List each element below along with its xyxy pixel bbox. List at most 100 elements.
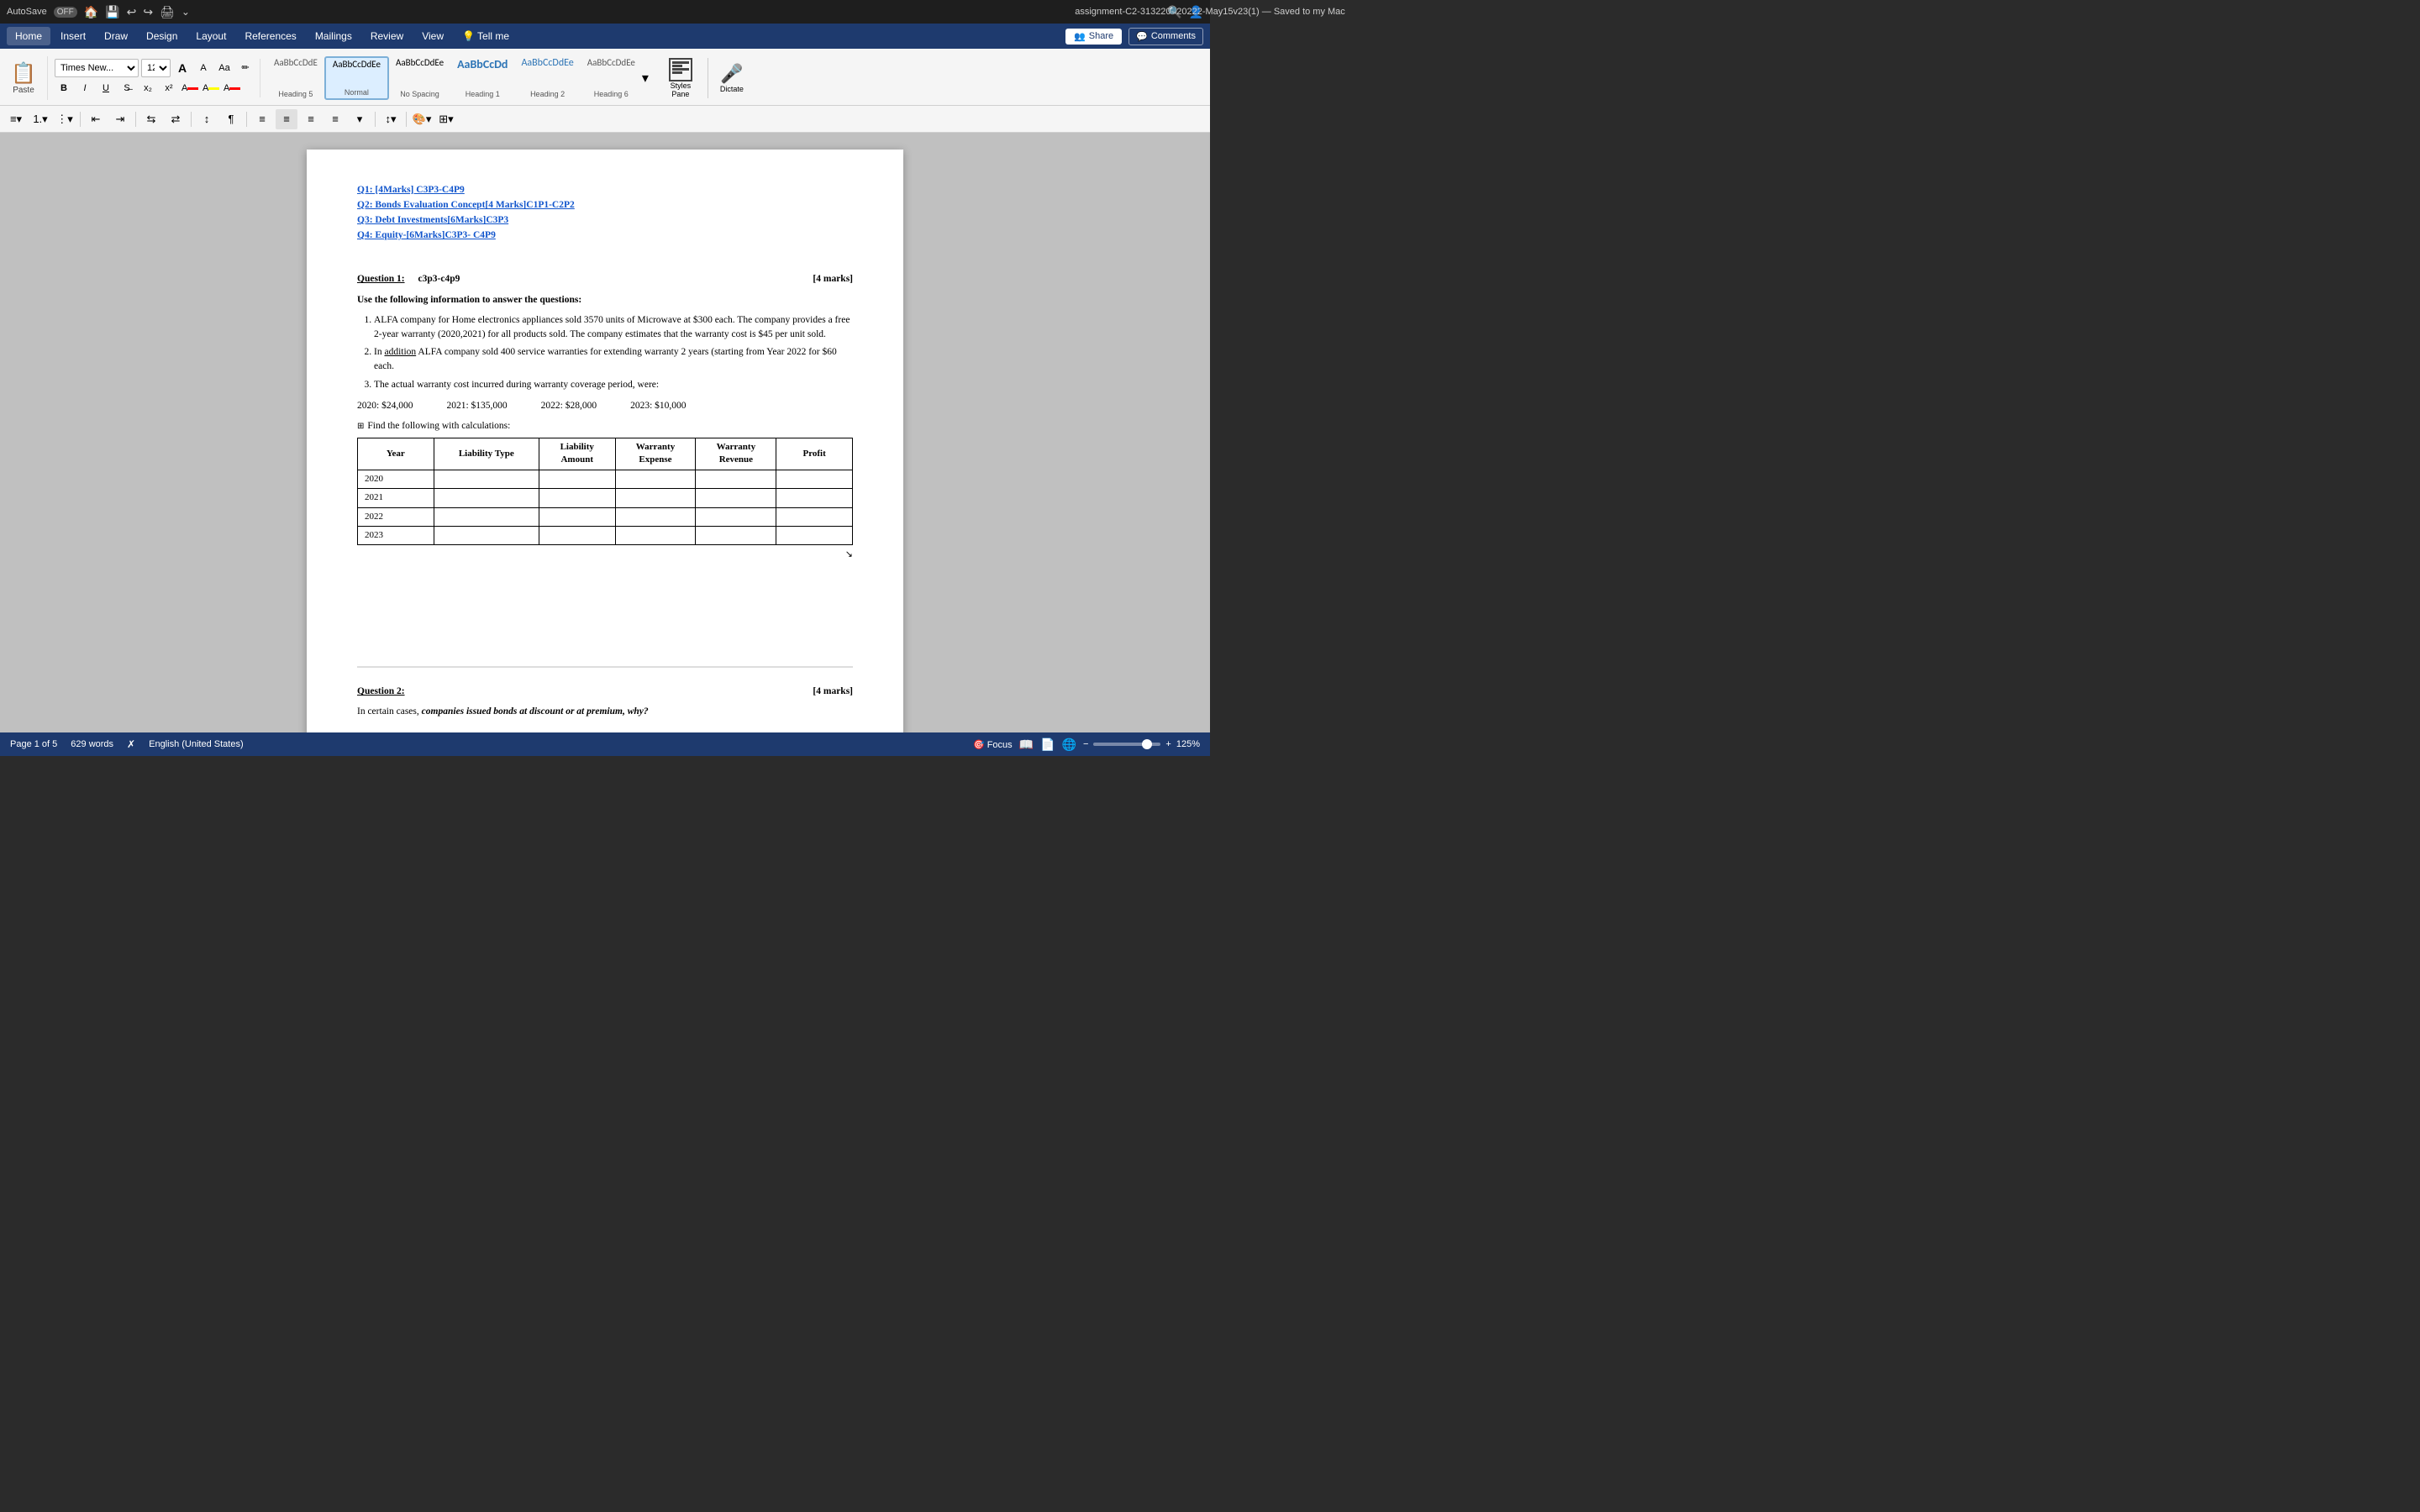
borders-btn[interactable]: ⊞▾ (435, 109, 457, 129)
menu-view[interactable]: View (413, 27, 452, 45)
align-more-btn[interactable]: ▾ (349, 109, 371, 129)
cost-2020: 2020: $24,000 (357, 399, 413, 412)
sort-btn[interactable]: ↕ (196, 109, 218, 129)
increase-indent-btn[interactable]: ⇥ (109, 109, 131, 129)
pilcrow-btn[interactable]: ¶ (220, 109, 242, 129)
q2-link[interactable]: Q2: Bonds Evaluation Concept[4 Marks]C1P… (357, 198, 853, 212)
shading-btn[interactable]: 🎨▾ (411, 109, 433, 129)
superscript-btn[interactable]: x² (160, 79, 178, 97)
underline-button[interactable]: U (97, 79, 115, 97)
menu-insert[interactable]: Insert (52, 27, 94, 45)
table-row-2020: 2020 (358, 470, 853, 488)
comments-button[interactable]: 💬 Comments (1128, 28, 1203, 45)
font-format-btn[interactable]: Aa (215, 59, 234, 77)
style-heading5-label: Heading 5 (278, 90, 313, 98)
dictate-button[interactable]: 🎤 Dictate (715, 56, 749, 100)
styles-group: AaBbCcDdE Heading 5 AaBbCcDdEe Normal Aa… (267, 56, 654, 100)
q4-link[interactable]: Q4: Equity-[6Marks]C3P3- C4P9 (357, 228, 853, 242)
home-icon[interactable]: 🏠 (84, 5, 98, 19)
web-view-icon[interactable]: 🌐 (1062, 738, 1076, 752)
styles-pane-button[interactable]: StylesPane (660, 56, 701, 100)
th-liability-type: Liability Type (434, 438, 539, 470)
zoom-level[interactable]: 125% (1176, 739, 1200, 749)
cell-2020-warranty-rev (696, 470, 776, 488)
cell-2020-liab-amt (539, 470, 615, 488)
style-heading6[interactable]: AaBbCcDdEe Heading 6 (581, 56, 642, 100)
subscript-btn[interactable]: x₂ (139, 79, 157, 97)
rtl-btn[interactable]: ⇄ (165, 109, 187, 129)
menu-mailings[interactable]: Mailings (307, 27, 360, 45)
highlight-btn[interactable]: A (202, 79, 220, 97)
styles-gallery-more[interactable]: ▾ (642, 70, 649, 87)
fmt-div2 (135, 112, 136, 127)
zoom-slider[interactable] (1093, 743, 1160, 746)
menu-tell-me[interactable]: 💡 Tell me (454, 27, 518, 45)
text-color-btn[interactable]: A (223, 79, 241, 97)
menu-review[interactable]: Review (362, 27, 412, 45)
strikethrough-btn[interactable]: S̶ (118, 79, 136, 97)
align-left-btn[interactable]: ≡ (251, 109, 273, 129)
line-spacing-btn[interactable]: ↕▾ (380, 109, 402, 129)
table-expand-icon[interactable]: ⊞ (357, 421, 364, 433)
justify-btn[interactable]: ≡ (324, 109, 346, 129)
style-heading2[interactable]: AaBbCcDdEe Heading 2 (514, 56, 580, 100)
status-bar: Page 1 of 5 629 words ✗ English (United … (0, 732, 1210, 756)
zoom-in-btn[interactable]: + (1165, 739, 1171, 749)
italic-button[interactable]: I (76, 79, 94, 97)
th-profit: Profit (776, 438, 853, 470)
style-heading1[interactable]: AaBbCcDd Heading 1 (450, 56, 514, 100)
status-left: Page 1 of 5 629 words ✗ English (United … (10, 738, 244, 750)
autosave-toggle[interactable]: OFF (54, 7, 77, 18)
shrink-font-btn[interactable]: A (194, 59, 213, 77)
share-button[interactable]: 👥 Share (1065, 29, 1122, 45)
q1-number: Question 1: (357, 272, 405, 286)
language[interactable]: English (United States) (149, 739, 244, 749)
redo-icon[interactable]: ↪ (143, 5, 153, 19)
paste-icon: 📋 (11, 61, 36, 86)
bold-button[interactable]: B (55, 79, 73, 97)
numbered-list-btn[interactable]: 1.▾ (29, 109, 51, 129)
zoom-out-btn[interactable]: − (1083, 739, 1088, 749)
align-center-btn[interactable]: ≡ (276, 109, 297, 129)
menu-home[interactable]: Home (7, 27, 50, 45)
grow-font-btn[interactable]: A (173, 59, 192, 77)
styles-pane-group: StylesPane (660, 56, 701, 100)
list-style-btn[interactable]: ≡▾ (5, 109, 27, 129)
focus-btn[interactable]: 🎯 Focus (973, 739, 1013, 750)
cell-2022-liab-type (434, 507, 539, 526)
proofing-icon[interactable]: ✗ (127, 738, 135, 750)
style-normal[interactable]: AaBbCcDdEe Normal (324, 56, 389, 100)
font-group: Times New... 12 A A Aa ✏ B I U S̶ x₂ x² … (55, 59, 260, 97)
undo-icon[interactable]: ↩ (127, 5, 137, 19)
font-family-select[interactable]: Times New... (55, 59, 139, 77)
style-heading2-preview: AaBbCcDdEe (521, 58, 573, 69)
decrease-indent-btn[interactable]: ⇤ (85, 109, 107, 129)
font-color-btn[interactable]: A (181, 79, 199, 97)
ltr-btn[interactable]: ⇆ (140, 109, 162, 129)
print-layout-icon[interactable]: 📄 (1040, 738, 1055, 752)
cell-2021-warranty-exp (615, 489, 696, 507)
share-label: Share (1089, 31, 1113, 41)
style-nospacing[interactable]: AaBbCcDdEe No Spacing (389, 56, 450, 100)
multilevel-list-btn[interactable]: ⋮▾ (54, 109, 76, 129)
font-size-select[interactable]: 12 (141, 59, 171, 77)
read-mode-icon[interactable]: 📖 (1019, 738, 1034, 752)
paste-button[interactable]: 📋 Paste (5, 56, 42, 100)
q1-link[interactable]: Q1: [4Marks] C3P3-C4P9 (357, 183, 853, 197)
menu-draw[interactable]: Draw (96, 27, 136, 45)
align-right-btn[interactable]: ≡ (300, 109, 322, 129)
menu-references[interactable]: References (236, 27, 304, 45)
q3-link[interactable]: Q3: Debt Investments[6Marks]C3P3 (357, 213, 853, 227)
clear-format-btn[interactable]: ✏ (236, 59, 255, 77)
menu-layout[interactable]: Layout (187, 27, 234, 45)
cell-2020-year: 2020 (358, 470, 434, 488)
save-icon[interactable]: 💾 (105, 5, 119, 19)
menu-design[interactable]: Design (138, 27, 186, 45)
table-resize-handle[interactable]: ↘ (357, 549, 853, 561)
more-icon[interactable]: ⌄ (182, 6, 190, 18)
style-heading5[interactable]: AaBbCcDdE Heading 5 (267, 56, 324, 100)
print-icon[interactable]: 🖨 (160, 5, 175, 19)
q2-text: In certain cases, companies issued bonds… (357, 705, 853, 718)
q2-number: Question 2: (357, 685, 405, 698)
th-warranty-revenue: WarrantyRevenue (696, 438, 776, 470)
